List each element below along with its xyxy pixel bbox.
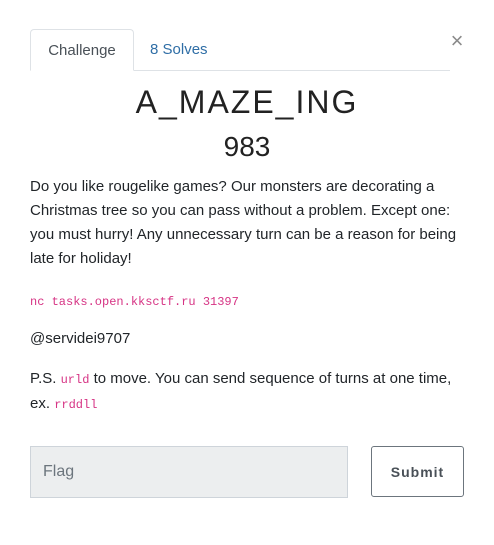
tab-solves[interactable]: 8 Solves [134,29,224,70]
ps-code-urld: urld [60,373,90,387]
close-icon[interactable]: × [448,30,466,52]
challenge-value: 983 [223,131,271,162]
flag-input[interactable] [30,446,348,498]
submit-button[interactable]: Submit [371,446,464,497]
ps-code-example: rrddll [54,398,98,412]
ps-prefix: P.S. [30,370,61,387]
ps-paragraph: P.S. urld to move. You can send sequence… [30,367,470,417]
challenge-title: A_MAZE_ING [135,84,359,120]
author-handle: @servidei9707 [30,330,131,347]
description-paragraph: Do you like rougelike games? Our monster… [30,178,457,267]
challenge-modal: Challenge 8 Solves × A_MAZE_ING 983 Do y… [0,0,494,545]
tab-challenge[interactable]: Challenge [30,29,134,71]
connection-line: nc tasks.open.kksctf.ru 31397 [30,289,239,314]
tab-bar: Challenge 8 Solves [30,29,450,71]
connection-command: nc tasks.open.kksctf.ru 31397 [30,295,239,309]
